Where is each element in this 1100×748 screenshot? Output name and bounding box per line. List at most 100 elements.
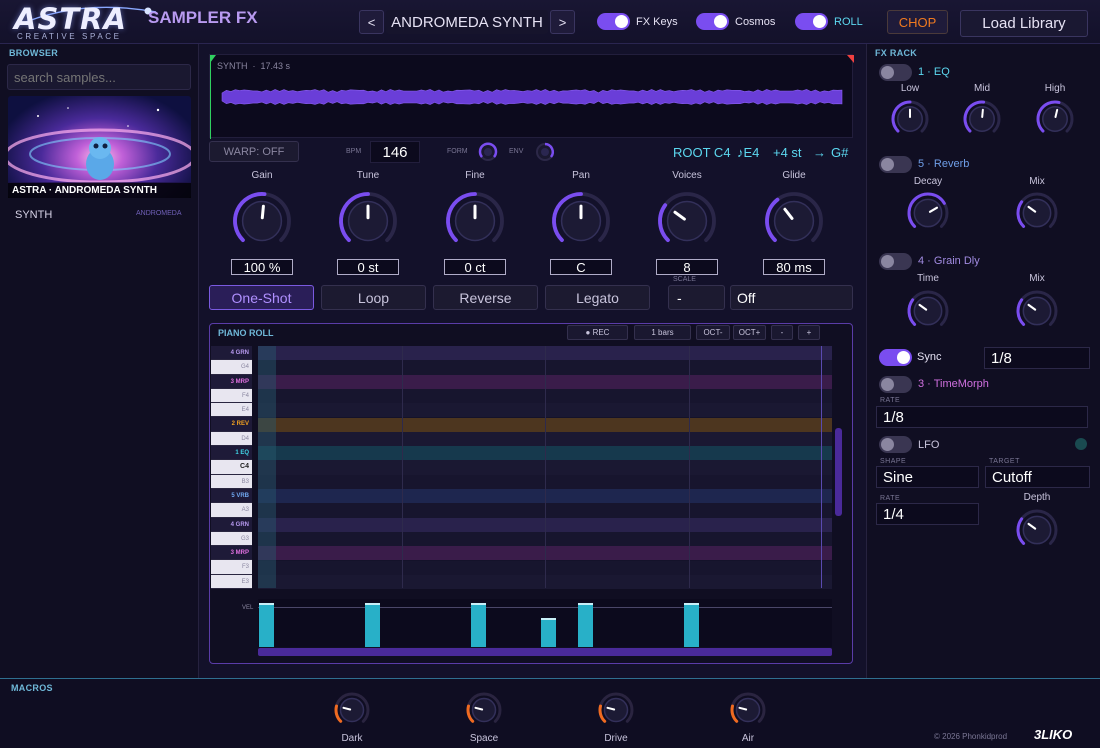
lfo-shape-label: SHAPE [880, 458, 907, 465]
lfo-target-select[interactable]: Cutoff [985, 466, 1090, 488]
cosmos-switch[interactable] [696, 13, 729, 30]
note-grid[interactable] [258, 346, 832, 590]
mode-legato-button[interactable]: Legato [545, 285, 650, 310]
piano-key[interactable]: 3 MRP [211, 374, 252, 389]
bars-select[interactable]: 1 bars [634, 325, 691, 340]
prev-preset-button[interactable]: < [359, 10, 384, 34]
bpm-label: BPM [346, 148, 362, 155]
eq-low-knob[interactable] [888, 97, 932, 141]
env-knob[interactable] [534, 141, 556, 163]
octave-up-button[interactable]: OCT+ [733, 325, 766, 340]
velocity-bar[interactable] [365, 603, 381, 647]
grain-enable-switch[interactable] [879, 253, 912, 270]
warp-button[interactable]: WARP: OFF [209, 141, 299, 162]
timemorph-rate-field[interactable]: 1/8 [876, 406, 1088, 428]
form-label: FORM [447, 148, 468, 155]
macro-air-knob[interactable] [727, 689, 769, 731]
octave-down-button[interactable]: OCT- [696, 325, 730, 340]
velocity-bar[interactable] [577, 603, 593, 647]
velocity-lane[interactable] [258, 599, 832, 647]
macro-space-knob[interactable] [463, 689, 505, 731]
waveform-display[interactable]: SYNTH · 17.43 s [209, 54, 854, 139]
piano-key[interactable]: 1 EQ [211, 446, 252, 461]
mode-loop-button[interactable]: Loop [321, 285, 426, 310]
voices-knob[interactable] [655, 189, 719, 253]
record-button[interactable]: ● REC [567, 325, 628, 340]
lfo-enable-switch[interactable] [879, 436, 912, 453]
macro-dark-knob[interactable] [331, 689, 373, 731]
piano-key[interactable]: E3 [211, 574, 252, 590]
gain-value[interactable]: 100 % [231, 259, 293, 275]
eq-high-knob[interactable] [1033, 97, 1077, 141]
glide-value[interactable]: 80 ms [763, 259, 825, 275]
reverb-mix-knob[interactable] [1013, 189, 1061, 237]
app-header: ASTRA CREATIVE SPACE SAMPLER FX < ANDROM… [0, 0, 1100, 44]
piano-key[interactable]: G3 [211, 531, 252, 547]
eq-enable-switch[interactable] [879, 64, 912, 81]
scale-mode-select[interactable]: Off [730, 285, 853, 310]
chop-button[interactable]: CHOP [887, 10, 948, 34]
voices-value[interactable]: 8 [656, 259, 718, 275]
piano-key[interactable]: E4 [211, 403, 252, 418]
sync-value[interactable]: 1/8 [984, 347, 1090, 369]
fine-value[interactable]: 0 ct [444, 259, 506, 275]
timemorph-enable-switch[interactable] [879, 376, 912, 393]
pan-value[interactable]: C [550, 259, 612, 275]
piano-key[interactable]: F3 [211, 560, 252, 575]
eq-mid-knob[interactable] [960, 97, 1004, 141]
velocity-bar[interactable] [471, 603, 487, 647]
roll-switch[interactable] [795, 13, 828, 30]
lfo-depth-knob[interactable] [1013, 506, 1061, 554]
piano-keys[interactable]: 4 GRN G4 3 MRP F4 E4 2 REV D4 1 EQ C4 B3 5 VRB A3 4 … [211, 346, 252, 590]
gain-knob[interactable] [230, 189, 294, 253]
piano-key[interactable]: A3 [211, 503, 252, 518]
piano-key[interactable]: 4 GRN [211, 517, 252, 532]
lfo-rate-field[interactable]: 1/4 [876, 503, 979, 525]
roll-horizontal-scrollbar[interactable] [258, 648, 832, 656]
next-preset-button[interactable]: > [550, 10, 575, 34]
logo: ASTRA [14, 2, 127, 36]
zoom-in-button[interactable]: + [798, 325, 820, 340]
lfo-indicator-icon [1075, 438, 1087, 450]
fx-keys-toggle[interactable]: FX Keys [597, 13, 678, 30]
reverb-enable-switch[interactable] [879, 156, 912, 173]
piano-key[interactable]: D4 [211, 431, 252, 447]
zoom-out-button[interactable]: - [771, 325, 793, 340]
mode-one-shot-button[interactable]: One-Shot [209, 285, 314, 310]
sync-switch[interactable] [879, 349, 912, 366]
form-knob[interactable] [477, 141, 499, 163]
piano-key[interactable]: C4 [211, 460, 252, 475]
grain-mix-knob[interactable] [1013, 287, 1061, 335]
piano-key[interactable]: B3 [211, 474, 252, 489]
glide-knob[interactable] [762, 189, 826, 253]
grain-time-knob[interactable] [904, 287, 952, 335]
tune-knob[interactable] [336, 189, 400, 253]
cosmos-toggle[interactable]: Cosmos [696, 13, 775, 30]
fine-knob[interactable] [443, 189, 507, 253]
piano-key[interactable]: G4 [211, 360, 252, 375]
search-input[interactable] [7, 64, 191, 90]
velocity-bar[interactable] [259, 603, 274, 647]
preset-name[interactable]: ANDROMEDA SYNTH [386, 10, 548, 34]
piano-key[interactable]: F4 [211, 388, 252, 404]
piano-key[interactable]: 2 REV [211, 417, 252, 432]
macro-drive-knob[interactable] [595, 689, 637, 731]
piano-key[interactable]: 4 GRN [211, 346, 252, 361]
scale-root-select[interactable]: - [668, 285, 725, 310]
lfo-shape-select[interactable]: Sine [876, 466, 979, 488]
bpm-field[interactable]: 146 [370, 141, 420, 163]
piano-roll[interactable]: PIANO ROLL ● REC 1 bars OCT- OCT+ - + 4 … [209, 323, 853, 664]
browser-item-name[interactable]: SYNTH [15, 209, 52, 221]
velocity-bar[interactable] [541, 617, 557, 647]
piano-key[interactable]: 5 VRB [211, 488, 252, 504]
mode-reverse-button[interactable]: Reverse [433, 285, 538, 310]
pan-knob[interactable] [549, 189, 613, 253]
roll-vertical-scrollbar[interactable] [835, 428, 842, 516]
roll-toggle[interactable]: ROLL [795, 13, 863, 30]
fx-keys-switch[interactable] [597, 13, 630, 30]
reverb-decay-knob[interactable] [904, 189, 952, 237]
velocity-bar[interactable] [683, 603, 699, 647]
piano-key[interactable]: 3 MRP [211, 546, 252, 561]
load-library-button[interactable]: Load Library [960, 10, 1088, 37]
tune-value[interactable]: 0 st [337, 259, 399, 275]
